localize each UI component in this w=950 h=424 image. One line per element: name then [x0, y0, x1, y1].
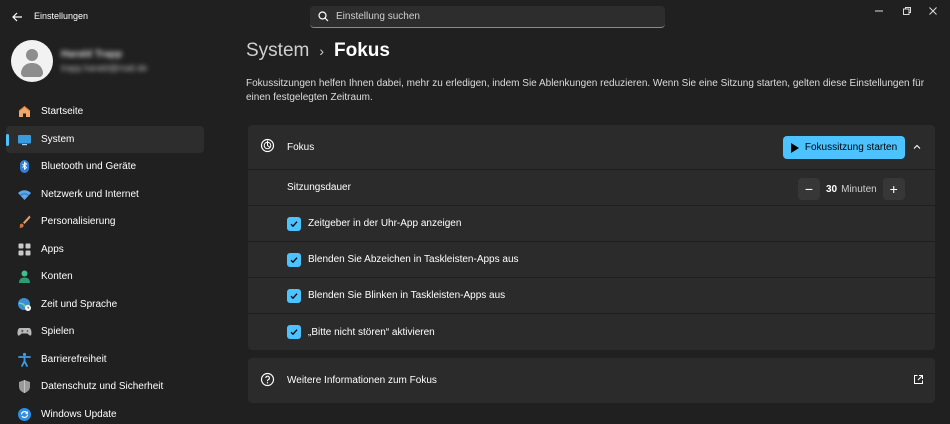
breadcrumb: System › Fokus: [246, 40, 390, 62]
shield-icon: [16, 379, 32, 395]
accounts-icon: [16, 269, 32, 285]
user-profile[interactable]: Harald Trapp trapp.harald@mail.de: [11, 40, 147, 82]
option-row[interactable]: Zeitgeber in der Uhr-App anzeigen: [248, 206, 935, 242]
focus-card-header[interactable]: Fokus Fokussitzung starten: [248, 125, 935, 170]
sidebar-item-bluetooth[interactable]: Bluetooth und Geräte: [6, 153, 204, 181]
sidebar-item-system[interactable]: System: [6, 125, 204, 153]
option-row[interactable]: Blenden Sie Blinken in Taskleisten-Apps …: [248, 278, 935, 314]
breadcrumb-separator: ›: [319, 43, 325, 59]
network-icon: [16, 186, 32, 202]
sidebar-item-datenschutz[interactable]: Datenschutz und Sicherheit: [6, 373, 204, 401]
close-button[interactable]: [916, 0, 950, 22]
avatar: [11, 40, 53, 82]
play-icon: [790, 142, 799, 153]
session-duration-row: Sitzungsdauer − 30 Minuten +: [248, 170, 935, 206]
duration-stepper: − 30 Minuten +: [798, 178, 905, 200]
back-arrow-icon: [12, 12, 22, 22]
sidebar-item-windows-update[interactable]: Windows Update: [6, 401, 204, 424]
system-icon: [16, 131, 32, 147]
increase-duration-button[interactable]: +: [882, 178, 905, 200]
focus-card-title: Fokus: [287, 141, 315, 153]
hide-badges-checkbox[interactable]: [287, 252, 301, 267]
sidebar-item-personalisierung[interactable]: Personalisierung: [6, 208, 204, 236]
sidebar-nav: Startseite System Bluetooth und Geräte N…: [6, 98, 204, 424]
sidebar-item-network[interactable]: Netzwerk und Internet: [6, 181, 204, 209]
checkmark-icon: [290, 256, 298, 263]
option-label: „Bitte nicht stören“ aktivieren: [308, 326, 435, 338]
search-input[interactable]: [336, 11, 636, 22]
option-label: Blenden Sie Abzeichen in Taskleisten-App…: [308, 254, 519, 265]
session-duration-label: Sitzungsdauer: [287, 182, 351, 193]
focus-info-link[interactable]: Weitere Informationen zum Fokus: [248, 358, 935, 403]
sidebar-item-konten[interactable]: Konten: [6, 263, 204, 291]
sidebar-item-zeit-sprache[interactable]: Zeit und Sprache: [6, 291, 204, 319]
option-row[interactable]: „Bitte nicht stören“ aktivieren: [248, 314, 935, 350]
sidebar-item-spielen[interactable]: Spielen: [6, 318, 204, 346]
bluetooth-icon: [16, 159, 32, 175]
start-focus-session-button[interactable]: Fokussitzung starten: [783, 136, 905, 159]
open-external-icon: [913, 374, 924, 388]
brush-icon: [16, 214, 32, 230]
profile-name: Harald Trapp: [61, 49, 123, 60]
accessibility-icon: [16, 351, 32, 367]
gamepad-icon: [16, 324, 32, 340]
apps-icon: [16, 241, 32, 257]
title-bar: Einstellungen: [0, 0, 950, 34]
focus-card: Fokus Fokussitzung starten Sitzungsdauer…: [248, 125, 935, 350]
option-row[interactable]: Blenden Sie Abzeichen in Taskleisten-App…: [248, 242, 935, 278]
hide-flashing-checkbox[interactable]: [287, 288, 301, 303]
decrease-duration-button[interactable]: −: [798, 178, 820, 200]
profile-email: trapp.harald@mail.de: [61, 63, 148, 73]
globe-clock-icon: [16, 296, 32, 312]
sidebar-item-barrierefreiheit[interactable]: Barrierefreiheit: [6, 346, 204, 374]
focus-clock-icon: [260, 138, 275, 156]
checkmark-icon: [290, 292, 298, 299]
page-description: Fokussitzungen helfen Ihnen dabei, mehr …: [246, 78, 925, 103]
option-label: Blenden Sie Blinken in Taskleisten-Apps …: [308, 290, 506, 301]
checkmark-icon: [290, 220, 298, 227]
collapse-button[interactable]: [908, 138, 926, 156]
minimize-icon: [875, 10, 883, 12]
option-label: Zeitgeber in der Uhr-App anzeigen: [308, 218, 462, 229]
sidebar-item-apps[interactable]: Apps: [6, 236, 204, 264]
home-icon: [16, 104, 32, 120]
sidebar-item-startseite[interactable]: Startseite: [6, 98, 204, 126]
duration-value: 30: [826, 183, 838, 195]
breadcrumb-parent[interactable]: System: [246, 40, 309, 62]
restore-icon: [903, 7, 911, 15]
help-icon: [260, 372, 275, 390]
checkmark-icon: [290, 329, 298, 336]
do-not-disturb-checkbox[interactable]: [287, 325, 301, 339]
search-icon: [318, 11, 329, 22]
chevron-up-icon: [913, 144, 921, 149]
close-icon: [929, 7, 937, 15]
update-icon: [16, 406, 32, 422]
page-title: Fokus: [334, 40, 390, 61]
info-link-label: Weitere Informationen zum Fokus: [287, 375, 437, 386]
show-timer-checkbox[interactable]: [287, 216, 301, 231]
app-title: Einstellungen: [34, 11, 89, 21]
duration-unit: Minuten: [841, 183, 877, 195]
back-button[interactable]: [8, 8, 26, 26]
search-box[interactable]: [310, 6, 665, 28]
